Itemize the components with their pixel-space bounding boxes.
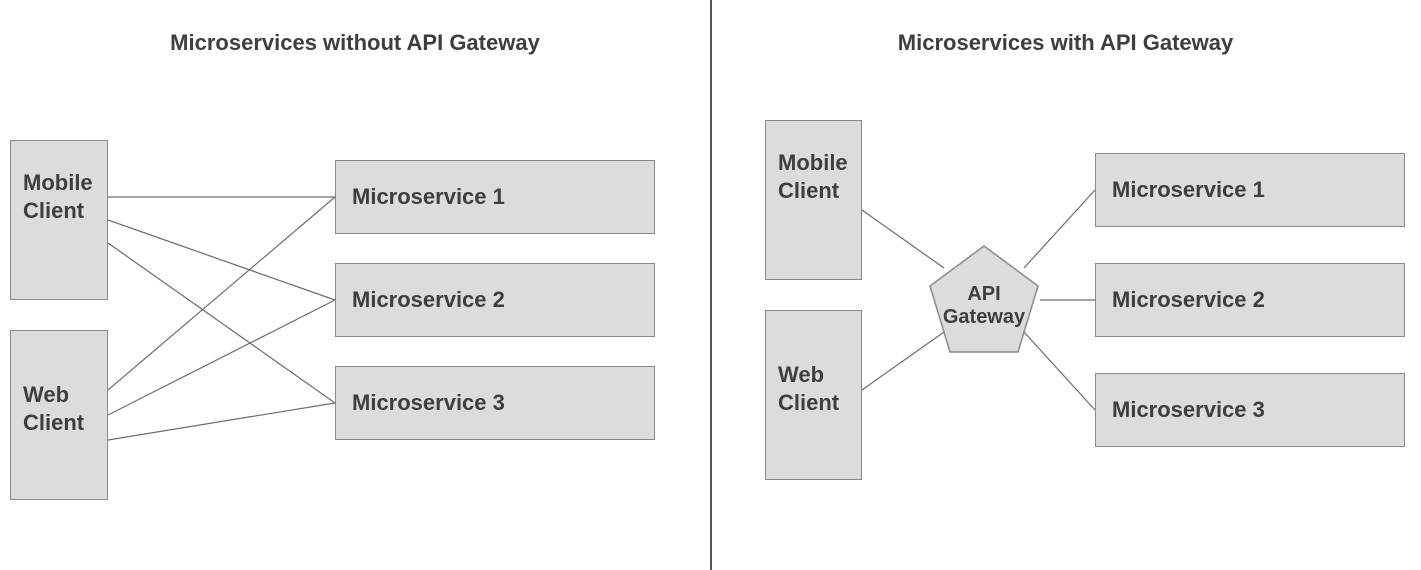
left-microservice-1-label: Microservice 1 [352,184,505,210]
right-microservice-1-label: Microservice 1 [1112,177,1265,203]
right-mobile-client-box: Mobile Client [765,120,862,280]
right-microservice-1-box: Microservice 1 [1095,153,1405,227]
right-web-client-box: Web Client [765,310,862,480]
right-microservice-2-label: Microservice 2 [1112,287,1265,313]
left-microservice-3-box: Microservice 3 [335,366,655,440]
right-microservice-3-box: Microservice 3 [1095,373,1405,447]
right-mobile-client-label: Mobile Client [778,149,861,204]
left-microservice-2-box: Microservice 2 [335,263,655,337]
right-title: Microservices with API Gateway [710,30,1421,56]
right-web-client-label: Web Client [778,361,861,416]
left-web-client-box: Web Client [10,330,108,500]
right-microservice-3-label: Microservice 3 [1112,397,1265,423]
vertical-divider [710,0,712,570]
left-mobile-client-label: Mobile Client [23,169,107,224]
diagram-root: Microservices without API Gateway Micros… [0,0,1421,570]
left-microservice-1-box: Microservice 1 [335,160,655,234]
left-title: Microservices without API Gateway [0,30,710,56]
left-microservice-3-label: Microservice 3 [352,390,505,416]
api-gateway-pentagon: API Gateway [924,240,1044,360]
api-gateway-label: API Gateway [924,283,1044,329]
left-web-client-label: Web Client [23,381,107,436]
right-microservice-2-box: Microservice 2 [1095,263,1405,337]
left-mobile-client-box: Mobile Client [10,140,108,300]
left-microservice-2-label: Microservice 2 [352,287,505,313]
